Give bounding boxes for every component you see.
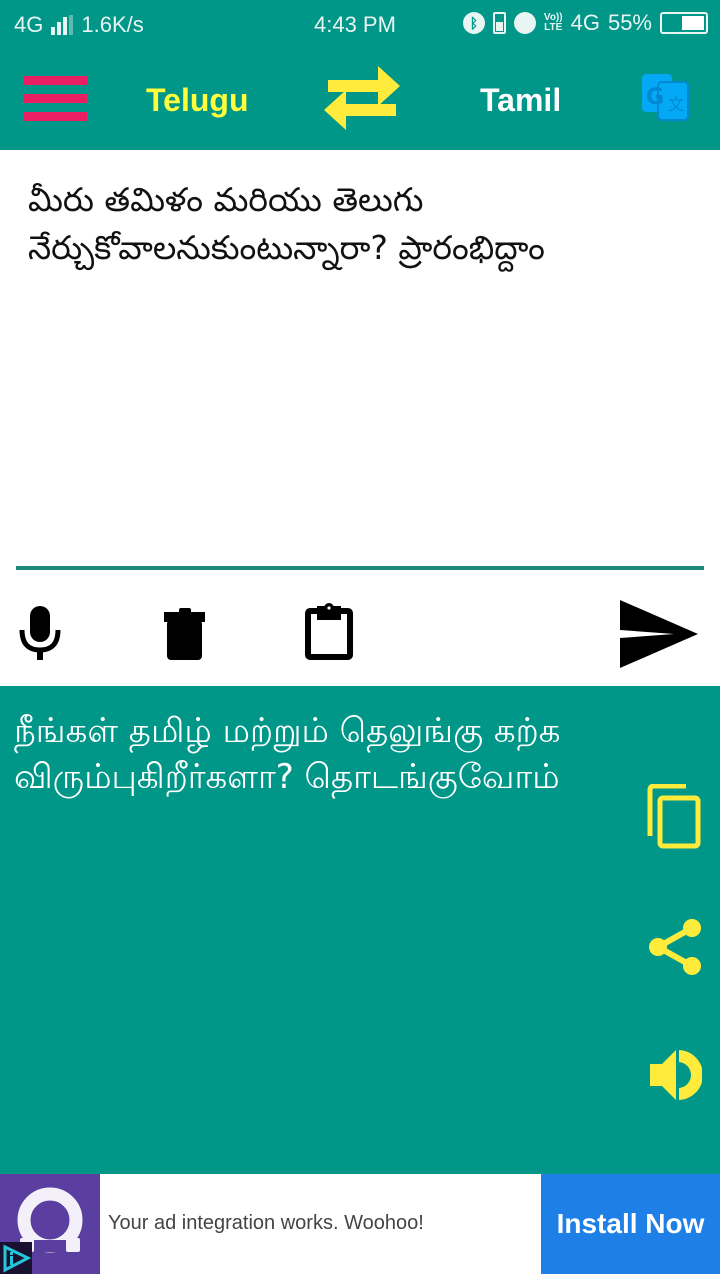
ad-choices-button[interactable] <box>0 1242 32 1274</box>
source-language-button[interactable]: Telugu <box>146 82 249 119</box>
target-language-button[interactable]: Tamil <box>480 82 561 119</box>
bluetooth-icon: ᛒ <box>462 12 485 34</box>
volte-icon: Vo)) LTE <box>544 13 563 33</box>
battery-icon <box>660 12 708 34</box>
hamburger-menu-icon[interactable] <box>24 76 87 122</box>
translate-send-button[interactable] <box>620 600 700 672</box>
clear-button[interactable] <box>164 606 206 664</box>
battery-small-icon <box>492 12 506 34</box>
trash-icon <box>164 608 205 660</box>
battery-fill <box>682 16 704 30</box>
source-text-input[interactable]: మీరు తమిళం మరియు తెలుగు నేర్చుకోవాలనుకుం… <box>28 176 698 272</box>
status-left: 4G 1.6K/s <box>14 12 144 38</box>
send-icon <box>620 600 698 668</box>
swap-arrows-icon <box>324 66 400 130</box>
network-speed: 1.6K/s <box>81 12 144 37</box>
copy-button[interactable] <box>646 783 702 854</box>
google-translate-button[interactable]: G 文 <box>640 72 692 124</box>
speak-button[interactable] <box>648 1048 703 1106</box>
clipboard-icon <box>305 603 353 660</box>
speaker-icon <box>650 1048 703 1102</box>
copy-icon <box>647 783 701 849</box>
share-button[interactable] <box>648 918 702 980</box>
microphone-icon <box>19 606 61 660</box>
ad-message: Your ad integration works. Woohoo! <box>108 1212 424 1234</box>
svg-text:G: G <box>646 85 664 110</box>
microphone-button[interactable] <box>18 604 64 664</box>
ad-banner[interactable]: Your ad integration works. Woohoo! Insta… <box>0 1174 720 1274</box>
network-type-right: 4G <box>570 10 600 35</box>
battery-percent: 55% <box>607 10 652 35</box>
clock: 4:43 PM <box>314 12 396 37</box>
svg-text:文: 文 <box>668 95 684 114</box>
translated-text: நீங்கள் தமிழ் மற்றும் தெலுங்கு கற்க விரு… <box>14 711 561 797</box>
status-bar: 4G 1.6K/s 4:43 PM ᛒ Vo)) LTE 4G 55% <box>0 0 720 50</box>
google-translate-icon: G 文 <box>642 74 689 121</box>
source-text-area[interactable]: మీరు తమిళం మరియు తెలుగు నేర్చుకోవాలనుకుం… <box>0 150 720 568</box>
install-now-button[interactable]: Install Now <box>541 1174 720 1274</box>
toolbar: Telugu Tamil G 文 <box>0 50 720 150</box>
network-type: 4G <box>14 12 44 37</box>
swap-languages-button[interactable] <box>320 64 404 132</box>
input-actions <box>0 570 720 686</box>
translation-output-area: நீங்கள் தமிழ் மற்றும் தெலுங்கு கற்க விரு… <box>0 686 720 1174</box>
status-right: ᛒ Vo)) LTE 4G 55% <box>462 10 708 36</box>
signal-icon <box>51 15 74 35</box>
alarm-icon <box>513 12 536 34</box>
ad-choices-icon <box>3 1244 32 1273</box>
share-icon <box>649 919 701 975</box>
volte-bottom: LTE <box>544 22 563 33</box>
paste-button[interactable] <box>303 602 355 666</box>
